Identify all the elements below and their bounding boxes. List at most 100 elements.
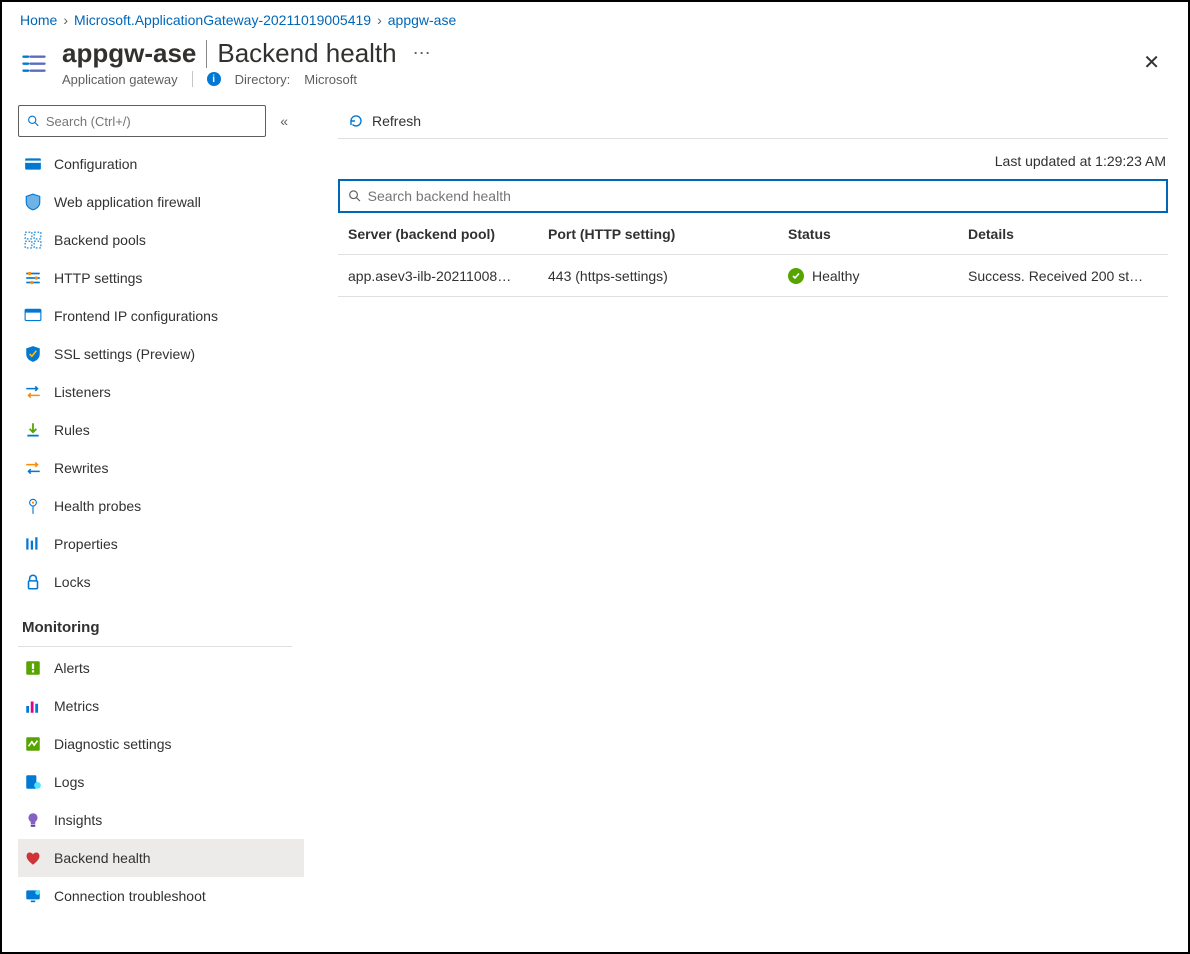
col-details[interactable]: Details bbox=[968, 226, 1158, 242]
directory-label: Directory: bbox=[235, 72, 291, 87]
heart-icon bbox=[24, 849, 42, 867]
download-icon bbox=[24, 421, 42, 439]
sidebar-item-health-probes[interactable]: Health probes bbox=[18, 487, 304, 525]
sidebar-item-backend-pools[interactable]: Backend pools bbox=[18, 221, 304, 259]
chevron-right-icon: › bbox=[377, 12, 382, 28]
col-port[interactable]: Port (HTTP setting) bbox=[548, 226, 788, 242]
bar-chart-icon bbox=[24, 697, 42, 715]
sidebar-group-monitoring: Monitoring bbox=[18, 601, 304, 644]
col-server[interactable]: Server (backend pool) bbox=[348, 226, 548, 242]
sidebar-item-rules[interactable]: Rules bbox=[18, 411, 304, 449]
sidebar-search-input[interactable] bbox=[46, 114, 257, 129]
backend-health-search[interactable] bbox=[338, 179, 1168, 213]
chevron-right-icon: › bbox=[63, 12, 68, 28]
healthy-icon bbox=[788, 268, 804, 284]
sidebar-item-metrics[interactable]: Metrics bbox=[18, 687, 304, 725]
sidebar-item-locks[interactable]: Locks bbox=[18, 563, 304, 601]
sidebar-item-label: Rules bbox=[54, 422, 90, 438]
refresh-button[interactable]: Refresh bbox=[338, 109, 431, 133]
col-status[interactable]: Status bbox=[788, 226, 968, 242]
sidebar-item-label: Logs bbox=[54, 774, 84, 790]
sidebar-item-label: Configuration bbox=[54, 156, 137, 172]
sidebar-item-label: HTTP settings bbox=[54, 270, 142, 286]
swap-icon bbox=[24, 459, 42, 477]
sidebar-item-label: Frontend IP configurations bbox=[54, 308, 218, 324]
refresh-icon bbox=[348, 113, 364, 129]
cell-details: Success. Received 200 st… bbox=[968, 268, 1158, 284]
backend-health-search-input[interactable] bbox=[368, 188, 1158, 204]
shield-icon bbox=[24, 193, 42, 211]
sidebar-item-label: Health probes bbox=[54, 498, 141, 514]
sidebar-search[interactable] bbox=[18, 105, 266, 137]
lightbulb-icon bbox=[24, 811, 42, 829]
search-icon bbox=[348, 189, 362, 203]
more-actions-button[interactable]: ⋯ bbox=[407, 39, 437, 68]
close-button[interactable]: ✕ bbox=[1133, 44, 1170, 81]
sidebar-item-label: SSL settings (Preview) bbox=[54, 346, 195, 362]
sidebar-item-label: Metrics bbox=[54, 698, 99, 714]
search-icon bbox=[27, 114, 40, 128]
collapse-sidebar-button[interactable]: « bbox=[276, 109, 292, 133]
logs-icon bbox=[24, 773, 42, 791]
resource-icon bbox=[20, 52, 48, 80]
sidebar-item-backend-health[interactable]: Backend health bbox=[18, 839, 304, 877]
sidebar-item-ssl-settings[interactable]: SSL settings (Preview) bbox=[18, 335, 304, 373]
sidebar-item-label: Web application firewall bbox=[54, 194, 201, 210]
sidebar-item-label: Insights bbox=[54, 812, 102, 828]
sidebar-item-configuration[interactable]: Configuration bbox=[18, 145, 304, 183]
sidebar: « Configuration Web application firewall bbox=[2, 97, 306, 937]
sidebar-item-label: Alerts bbox=[54, 660, 90, 676]
sidebar-item-rewrites[interactable]: Rewrites bbox=[18, 449, 304, 487]
refresh-label: Refresh bbox=[372, 113, 421, 129]
cell-server: app.asev3-ilb-20211008… bbox=[348, 268, 548, 284]
main-content: Refresh Last updated at 1:29:23 AM Serve… bbox=[306, 97, 1188, 937]
sidebar-item-logs[interactable]: Logs bbox=[18, 763, 304, 801]
properties-icon bbox=[24, 535, 42, 553]
page-title: Backend health bbox=[217, 38, 396, 69]
sidebar-item-properties[interactable]: Properties bbox=[18, 525, 304, 563]
sidebar-item-frontend-ip[interactable]: Frontend IP configurations bbox=[18, 297, 304, 335]
monitor-icon bbox=[24, 887, 42, 905]
status-text: Healthy bbox=[812, 268, 859, 284]
sidebar-item-waf[interactable]: Web application firewall bbox=[18, 183, 304, 221]
swap-icon bbox=[24, 383, 42, 401]
last-updated: Last updated at 1:29:23 AM bbox=[338, 139, 1168, 179]
sidebar-item-diagnostic-settings[interactable]: Diagnostic settings bbox=[18, 725, 304, 763]
sidebar-item-http-settings[interactable]: HTTP settings bbox=[18, 259, 304, 297]
diagnostic-icon bbox=[24, 735, 42, 753]
sliders-icon bbox=[24, 269, 42, 287]
sidebar-item-insights[interactable]: Insights bbox=[18, 801, 304, 839]
backend-health-table: Server (backend pool) Port (HTTP setting… bbox=[338, 213, 1168, 297]
table-header: Server (backend pool) Port (HTTP setting… bbox=[338, 213, 1168, 255]
sidebar-item-label: Backend pools bbox=[54, 232, 146, 248]
sidebar-item-label: Properties bbox=[54, 536, 118, 552]
info-icon: i bbox=[207, 72, 221, 86]
sidebar-item-label: Locks bbox=[54, 574, 91, 590]
sidebar-item-connection-troubleshoot[interactable]: Connection troubleshoot bbox=[18, 877, 304, 915]
sidebar-item-listeners[interactable]: Listeners bbox=[18, 373, 304, 411]
lock-icon bbox=[24, 573, 42, 591]
table-row[interactable]: app.asev3-ilb-20211008… 443 (https-setti… bbox=[338, 255, 1168, 297]
window-icon bbox=[24, 307, 42, 325]
directory-value: Microsoft bbox=[304, 72, 357, 87]
resource-name: appgw-ase bbox=[62, 38, 196, 69]
sidebar-item-alerts[interactable]: Alerts bbox=[18, 649, 304, 687]
page-header: appgw-ase Backend health ⋯ Application g… bbox=[2, 34, 1188, 87]
cell-status: Healthy bbox=[788, 268, 968, 284]
breadcrumb-home[interactable]: Home bbox=[20, 12, 57, 28]
sidebar-nav[interactable]: Configuration Web application firewall B… bbox=[18, 145, 306, 937]
sidebar-item-label: Diagnostic settings bbox=[54, 736, 172, 752]
sidebar-divider bbox=[18, 646, 292, 647]
card-icon bbox=[24, 155, 42, 173]
cell-port: 443 (https-settings) bbox=[548, 268, 788, 284]
grid-icon bbox=[24, 231, 42, 249]
title-divider bbox=[206, 40, 207, 68]
breadcrumb: Home › Microsoft.ApplicationGateway-2021… bbox=[2, 2, 1188, 34]
command-bar: Refresh bbox=[338, 103, 1168, 139]
alert-icon bbox=[24, 659, 42, 677]
sidebar-item-label: Rewrites bbox=[54, 460, 108, 476]
subtitle-divider bbox=[192, 71, 193, 87]
sidebar-item-label: Backend health bbox=[54, 850, 151, 866]
breadcrumb-resource-group[interactable]: Microsoft.ApplicationGateway-20211019005… bbox=[74, 12, 371, 28]
breadcrumb-resource[interactable]: appgw-ase bbox=[388, 12, 457, 28]
